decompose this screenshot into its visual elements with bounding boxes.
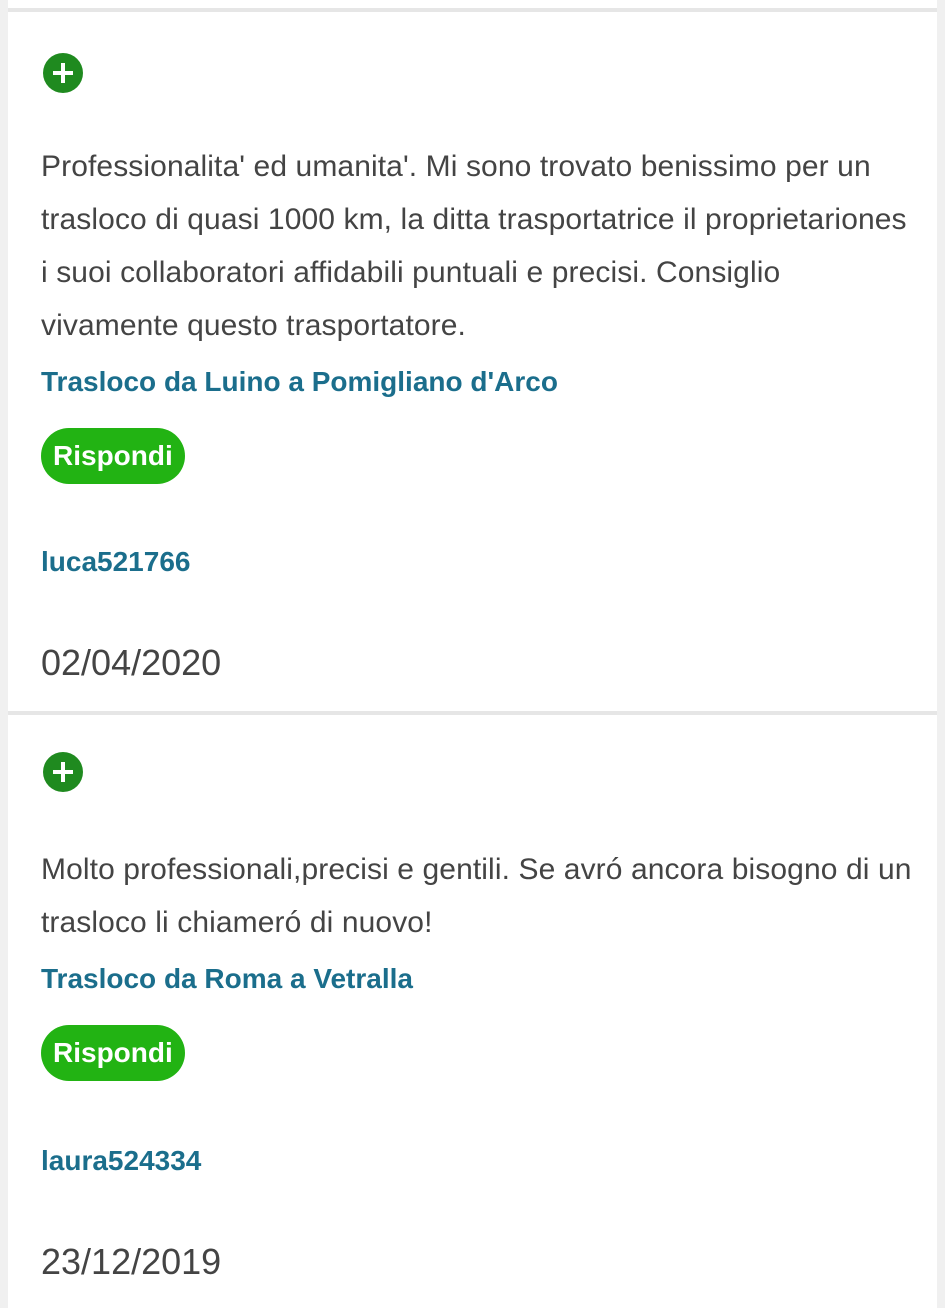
plus-circle-icon[interactable] [43,53,83,93]
review-card: Professionalita' ed umanita'. Mi sono tr… [8,8,937,714]
review-date: 23/12/2019 [41,1241,222,1282]
review-route-link[interactable]: Trasloco da Roma a Vetralla [41,963,413,995]
reviews-list: Professionalita' ed umanita'. Mi sono tr… [8,0,937,1308]
reply-button[interactable]: Rispondi [41,1025,185,1081]
review-text: Molto professionali,precisi e gentili. S… [41,853,912,939]
plus-circle-icon[interactable] [43,752,83,792]
review-date: 02/04/2020 [41,642,222,683]
review-author[interactable]: laura524334 [41,1145,201,1177]
reply-button[interactable]: Rispondi [41,428,185,484]
review-card: Molto professionali,precisi e gentili. S… [8,711,937,1308]
review-route-link[interactable]: Trasloco da Luino a Pomigliano d'Arco [41,366,558,398]
review-text: Professionalita' ed umanita'. Mi sono tr… [41,150,907,342]
review-author[interactable]: luca521766 [41,546,190,578]
